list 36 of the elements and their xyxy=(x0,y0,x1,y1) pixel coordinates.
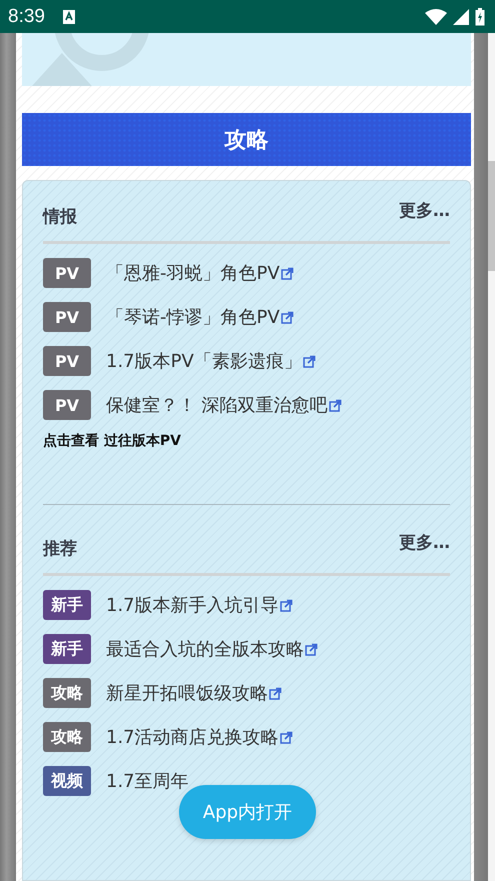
article-link[interactable]: 1.7版本PV「素影遗痕」 xyxy=(106,349,302,373)
past-videos-link[interactable]: 点击查看 过往版本PV xyxy=(43,432,181,450)
article-link[interactable]: 1.7版本新手入坑引导 xyxy=(106,593,279,617)
more-link[interactable]: 更多… xyxy=(399,199,450,222)
external-link-icon xyxy=(280,730,293,744)
external-link-icon xyxy=(305,642,318,656)
battery-icon xyxy=(475,8,485,26)
clock: 8:39 xyxy=(8,6,45,28)
group-title: 情报 xyxy=(43,206,77,228)
more-link[interactable]: 更多… xyxy=(399,531,450,554)
section-heading: 攻略 xyxy=(22,113,471,166)
external-link-icon xyxy=(328,398,342,412)
tag-label: 攻略 xyxy=(43,678,91,708)
article-link[interactable]: 最适合入坑的全版本攻略 xyxy=(106,637,304,661)
wifi-icon xyxy=(425,8,447,24)
external-link-icon xyxy=(269,686,282,700)
tag-label: PV xyxy=(43,346,91,376)
article-link[interactable]: 「琴诺-悖谬」角色PV xyxy=(106,305,280,329)
tag-label: PV xyxy=(43,302,91,332)
article-link[interactable]: 1.7活动商店兑换攻略 xyxy=(106,725,279,749)
external-link-icon xyxy=(302,354,316,368)
external-link-icon xyxy=(280,266,294,280)
tag-label: PV xyxy=(43,390,91,420)
signal-icon xyxy=(453,8,469,24)
tag-label: 新手 xyxy=(43,590,91,620)
external-link-icon xyxy=(280,310,294,324)
article-link[interactable]: 新星开拓喂饭级攻略 xyxy=(106,681,268,705)
article-link[interactable]: 保健室？！ 深陷双重治愈吧 xyxy=(106,393,328,417)
sim-card-icon xyxy=(62,10,75,24)
group-title: 推荐 xyxy=(43,538,77,560)
tag-label: 攻略 xyxy=(43,722,91,752)
external-link-icon xyxy=(280,598,293,612)
tag-label: PV xyxy=(43,258,91,288)
tag-label: 新手 xyxy=(43,634,91,664)
article-link[interactable]: 「恩雅-羽蜕」角色PV xyxy=(106,261,280,285)
tag-label: 视频 xyxy=(43,766,91,796)
